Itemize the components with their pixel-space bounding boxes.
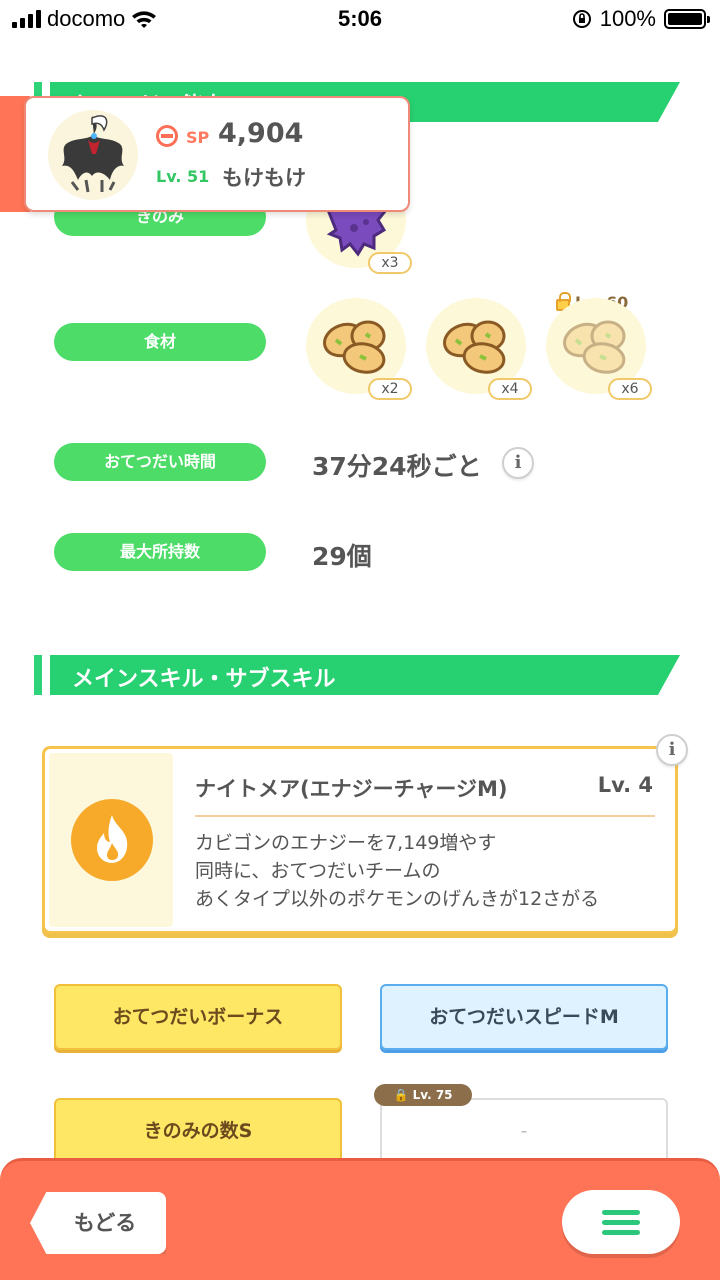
menu-button[interactable] [562,1190,680,1254]
flame-icon [97,815,128,863]
sp-label: SP [186,128,210,147]
status-right: 100% [572,6,710,32]
unlock-level: Lv. 75 [412,1088,453,1102]
divider [195,815,655,817]
status-bar: docomo 5:06 100% [0,0,720,40]
description-line: あくタイプ以外のポケモンのげんきが12さがる [195,888,600,910]
main-skill-name: ナイトメア(エナジーチャージM) [195,777,508,801]
main-skill-level: Lv. 4 [597,773,653,797]
sub-skill-2[interactable]: おてつだいスピードM [380,984,668,1050]
ingredient-item-2[interactable]: x4 [426,298,532,400]
rotation-lock-icon [572,10,591,28]
help-time-label: おてつだい時間 [54,443,266,481]
max-carry-value: 29個 [312,542,372,571]
pokemon-summary-card[interactable]: SP 4,904 Lv. 51 もけもけ [0,96,410,214]
ingredients-label: 食材 [54,323,266,361]
section-title: メインスキル・サブスキル [72,667,336,692]
pokemon-level: Lv. 51 [156,167,210,186]
ingredient-quantity: x2 [368,378,412,400]
back-button[interactable]: もどる [30,1192,166,1254]
sub-skill-4-locked[interactable]: - [380,1098,668,1164]
help-time-info-icon[interactable]: i [502,447,534,479]
darkrai-sprite [62,115,124,193]
pokemon-avatar [48,110,138,200]
skill-section-header: メインスキル・サブスキル [34,655,680,695]
battery-icon [664,9,710,29]
battery-percent: 100% [599,6,656,31]
ingredient-quantity: x6 [608,378,652,400]
berry-quantity: x3 [368,252,412,274]
fire-type-badge [71,799,153,881]
pokemon-nickname: もけもけ [222,166,306,190]
description-line: 同時に、おてつだいチームの [195,860,441,882]
sub-skill-1[interactable]: おてつだいボーナス [54,984,342,1050]
sp-icon [156,125,178,147]
sp-value: 4,904 [218,118,304,149]
ingredient-item-1[interactable]: x2 [306,298,412,400]
ingredient-quantity: x4 [488,378,532,400]
ingredient-item-3[interactable]: x6 [546,298,652,400]
description-line: カビゴンのエナジーを7,149増やす [195,832,497,854]
help-time-value: 37分24秒ごと [312,452,482,481]
lock-icon: 🔒 [393,1088,409,1102]
sub-skill-unlock-badge: 🔒 Lv. 75 [374,1084,472,1106]
pokemon-detail-screen: docomo 5:06 100% おてつだい能力 きのみ x3 [0,0,720,1280]
max-carry-label: 最大所持数 [54,533,266,571]
main-skill-info-icon[interactable]: i [656,734,688,766]
sub-skill-3[interactable]: きのみの数S [54,1098,342,1164]
main-skill-card[interactable]: ナイトメア(エナジーチャージM) Lv. 4 カビゴンのエナジーを7,149増や… [42,746,678,934]
main-skill-description: カビゴンのエナジーを7,149増やす 同時に、おてつだいチームの あくタイプ以外… [195,829,599,913]
